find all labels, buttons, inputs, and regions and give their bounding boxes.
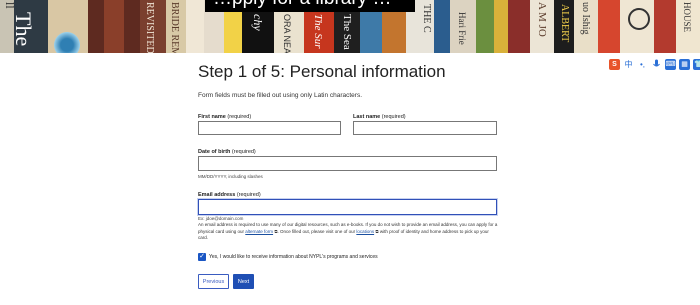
first-name-label: First name (required) (198, 114, 252, 120)
grid-icon[interactable]: ▦ (679, 58, 690, 70)
banner-title: …pply for a library … (205, 0, 415, 12)
email-label: Email address (required) (198, 192, 261, 198)
email-note-text: . Once filled out, please visit one of o… (277, 228, 356, 234)
opt-in-checkbox[interactable]: ✓ (198, 253, 206, 261)
book-spine (434, 0, 450, 53)
shirt-icon[interactable]: 👕 (693, 58, 700, 70)
book-spine: BRIDE REMA (166, 0, 186, 53)
book-spine (476, 0, 494, 53)
book-spine (654, 0, 676, 53)
dob-label: Date of birth (required) (198, 149, 256, 155)
email-note: An email address is required to use many… (198, 222, 498, 242)
book-spine: REVISITED (140, 0, 166, 53)
alternate-form-link[interactable]: alternate form (245, 229, 273, 234)
book-spine (620, 0, 654, 53)
hero-banner: ll The REVISITED BRIDE REMA chy ORA NEA … (0, 0, 700, 53)
dob-input[interactable] (198, 156, 497, 171)
last-name-label: Last name (required) (353, 114, 406, 120)
book-spine: THE C (420, 0, 434, 53)
page-title: Step 1 of 5: Personal information (198, 62, 446, 81)
ime-toolbar: S 中 •, ⌨ ▦ 👕 AI (609, 58, 700, 70)
dob-hint: MM/DD/YYYY, including slashes (198, 174, 263, 179)
book-spine: uo Ishig (574, 0, 598, 53)
last-name-input[interactable] (353, 121, 497, 135)
intro-text: Form fields must be filled out using onl… (198, 92, 363, 99)
keyboard-icon[interactable]: ⌨ (665, 58, 676, 70)
book-spine: The (14, 0, 48, 53)
opt-in-label: Yes, I would like to receive information… (209, 254, 378, 260)
book-spine: ll (0, 0, 14, 53)
book-spine (508, 0, 530, 53)
book-spine: HOUSE (676, 0, 700, 53)
pinyin-icon[interactable]: 中 (623, 59, 634, 70)
next-button[interactable]: Next (233, 274, 254, 289)
microphone-icon[interactable] (651, 59, 662, 70)
book-spine (494, 0, 508, 53)
book-spine: Hari Frie (450, 0, 476, 53)
previous-button[interactable]: Previous (198, 274, 229, 289)
book-spine: A M JO (530, 0, 554, 53)
book-spine: ALBERT (554, 0, 574, 53)
locations-link[interactable]: locations (356, 229, 374, 234)
punctuation-icon[interactable]: •, (637, 59, 648, 70)
email-example: Ex: jdoe@domain.com (198, 216, 244, 221)
book-spine (598, 0, 620, 53)
email-input[interactable] (198, 199, 497, 215)
sogou-s-icon[interactable]: S (609, 58, 620, 70)
book-spine (48, 0, 88, 53)
checkmark-icon: ✓ (199, 253, 205, 260)
first-name-input[interactable] (198, 121, 341, 135)
book-spine (88, 0, 140, 53)
book-spine (186, 0, 204, 53)
